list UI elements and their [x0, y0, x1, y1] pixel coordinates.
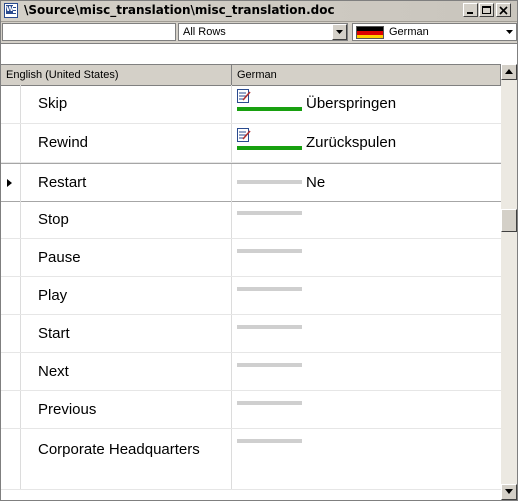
minimize-icon — [467, 12, 473, 14]
close-button[interactable] — [496, 3, 511, 17]
row-selector[interactable] — [1, 353, 21, 390]
minimize-button[interactable] — [463, 3, 478, 17]
target-cell[interactable]: Ne — [232, 164, 501, 201]
chevron-down-icon — [336, 30, 343, 34]
source-text: Pause — [38, 249, 81, 266]
translation-status-bar — [237, 107, 302, 111]
scroll-up-button[interactable] — [501, 64, 517, 80]
table-row[interactable]: Restart Ne — [1, 163, 501, 202]
source-cell[interactable]: Pause — [21, 239, 232, 276]
target-cell[interactable] — [232, 429, 501, 489]
current-row-pointer-icon — [7, 178, 12, 187]
target-cell[interactable] — [232, 391, 501, 428]
row-selector[interactable] — [1, 124, 21, 162]
table-row[interactable]: Start — [1, 315, 501, 353]
source-text: Previous — [38, 401, 97, 418]
table-row[interactable]: Pause — [1, 239, 501, 277]
source-cell[interactable]: Rewind — [21, 124, 232, 162]
germany-flag-icon — [356, 26, 384, 39]
row-selector[interactable] — [1, 429, 21, 489]
translation-grid: Skip Überspringen Rewind Zurückspulen Restar… — [1, 85, 501, 500]
source-text: Next — [38, 363, 69, 380]
target-cell[interactable] — [232, 201, 501, 238]
language-select[interactable]: German — [352, 23, 517, 41]
language-value: German — [389, 26, 429, 38]
row-selector[interactable] — [1, 391, 21, 428]
target-cell[interactable]: Zurückspulen — [232, 124, 501, 162]
source-cell[interactable]: Corporate Headquarters — [21, 429, 232, 489]
edited-note-icon[interactable] — [237, 89, 251, 104]
maximize-button[interactable] — [479, 3, 494, 17]
arrow-up-icon — [505, 69, 513, 74]
source-text: Rewind — [38, 134, 89, 151]
maximize-icon — [482, 6, 491, 14]
source-cell[interactable]: Stop — [21, 201, 232, 238]
table-row[interactable]: Rewind Zurückspulen — [1, 124, 501, 163]
target-text: Zurückspulen — [306, 134, 397, 151]
translation-status-bar — [237, 439, 302, 443]
source-cell[interactable]: Restart — [21, 164, 232, 201]
chevron-down-icon[interactable] — [506, 30, 513, 34]
target-cell[interactable] — [232, 315, 501, 352]
row-selector[interactable] — [1, 85, 21, 123]
arrow-down-icon — [505, 489, 513, 494]
document-window: W \Source\misc_translation\misc_translat… — [0, 0, 518, 501]
translation-status-bar — [237, 249, 302, 253]
target-text: Ne — [306, 174, 326, 191]
column-header-target[interactable]: German — [232, 65, 501, 85]
rows-filter-select[interactable]: All Rows — [178, 23, 348, 41]
close-icon — [499, 6, 508, 15]
title-bar[interactable]: W \Source\misc_translation\misc_translat… — [1, 1, 517, 22]
column-header-source[interactable]: English (United States) — [1, 65, 232, 85]
scrollbar-thumb[interactable] — [501, 209, 517, 232]
search-input[interactable] — [2, 23, 176, 41]
edited-note-icon[interactable] — [237, 128, 251, 143]
translation-status-bar — [237, 287, 302, 291]
table-row[interactable]: Previous — [1, 391, 501, 429]
table-row[interactable]: Next — [1, 353, 501, 391]
translation-status-bar — [237, 401, 302, 405]
table-row[interactable]: Stop — [1, 201, 501, 239]
translation-status-bar — [237, 180, 302, 184]
source-text: Stop — [38, 211, 69, 228]
source-text: Start — [38, 325, 70, 342]
target-cell[interactable] — [232, 239, 501, 276]
row-selector[interactable] — [1, 201, 21, 238]
row-selector[interactable] — [1, 239, 21, 276]
source-cell[interactable]: Skip — [21, 85, 232, 123]
source-text: Corporate Headquarters — [38, 441, 200, 458]
rows-filter-value: All Rows — [183, 26, 226, 38]
row-selector[interactable] — [1, 277, 21, 314]
translation-status-bar — [237, 363, 302, 367]
vertical-scrollbar[interactable] — [501, 64, 517, 500]
source-text: Skip — [38, 95, 68, 112]
target-cell[interactable]: Überspringen — [232, 85, 501, 123]
source-cell[interactable]: Play — [21, 277, 232, 314]
translation-status-bar — [237, 211, 302, 215]
target-cell[interactable] — [232, 353, 501, 390]
rows-filter-dropdown-button[interactable] — [332, 24, 347, 40]
source-cell[interactable]: Previous — [21, 391, 232, 428]
table-row[interactable]: Play — [1, 277, 501, 315]
grid-header: English (United States) German — [1, 64, 501, 86]
translation-status-bar — [237, 146, 302, 150]
target-cell[interactable] — [232, 277, 501, 314]
window-title: \Source\misc_translation\misc_translatio… — [24, 3, 335, 17]
table-row[interactable]: Skip Überspringen — [1, 85, 501, 124]
source-text: Restart — [38, 174, 87, 191]
filter-bar: All Rows German — [1, 22, 517, 44]
word-document-icon[interactable]: W — [4, 3, 18, 18]
source-cell[interactable]: Start — [21, 315, 232, 352]
translation-status-bar — [237, 325, 302, 329]
row-selector[interactable] — [1, 164, 21, 201]
source-text: Play — [38, 287, 68, 304]
target-text: Überspringen — [306, 95, 397, 112]
scroll-down-button[interactable] — [501, 484, 517, 500]
source-cell[interactable]: Next — [21, 353, 232, 390]
row-selector[interactable] — [1, 315, 21, 352]
table-row[interactable]: Corporate Headquarters — [1, 429, 501, 490]
